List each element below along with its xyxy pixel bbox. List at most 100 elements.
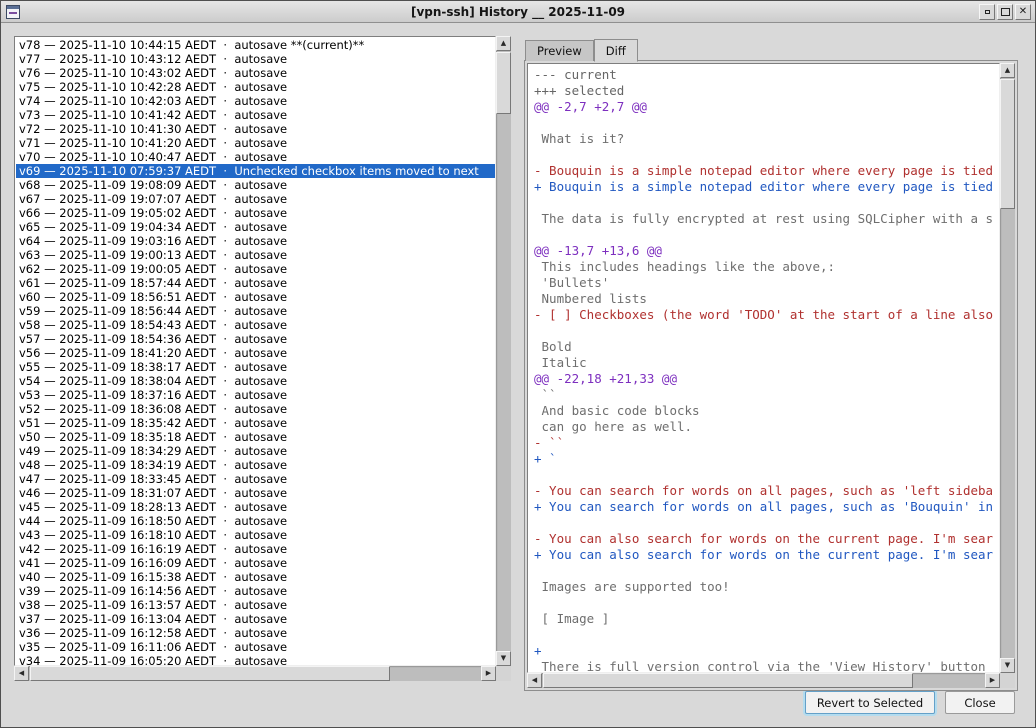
history-row[interactable]: v49 — 2025-11-09 18:34:29 AEDT · autosav… [16,444,495,458]
scroll-right-button[interactable]: ▶ [481,666,496,681]
history-row[interactable]: v60 — 2025-11-09 18:56:51 AEDT · autosav… [16,290,495,304]
history-row[interactable]: v75 — 2025-11-10 10:42:28 AEDT · autosav… [16,80,495,94]
scrollbar-thumb[interactable] [30,666,390,681]
history-row[interactable]: v45 — 2025-11-09 18:28:13 AEDT · autosav… [16,500,495,514]
diff-line: - [ ] Checkboxes (the word 'TODO' at the… [534,307,999,323]
scroll-down-button[interactable]: ▼ [1000,658,1015,673]
history-row[interactable]: v48 — 2025-11-09 18:34:19 AEDT · autosav… [16,458,495,472]
diff-line: - You can also search for words on the c… [534,531,999,547]
history-row[interactable]: v63 — 2025-11-09 19:00:13 AEDT · autosav… [16,248,495,262]
history-row[interactable]: v67 — 2025-11-09 19:07:07 AEDT · autosav… [16,192,495,206]
history-row[interactable]: v37 — 2025-11-09 16:13:04 AEDT · autosav… [16,612,495,626]
history-horizontal-scrollbar[interactable]: ◀ ▶ [14,666,496,681]
history-row[interactable]: v36 — 2025-11-09 16:12:58 AEDT · autosav… [16,626,495,640]
history-row[interactable]: v78 — 2025-11-10 10:44:15 AEDT · autosav… [16,38,495,52]
titlebar[interactable]: [vpn-ssh] History __ 2025-11-09 ✕ [1,1,1035,23]
diff-line [534,467,999,483]
diff-vertical-scrollbar[interactable]: ▲ ▼ [1000,63,1015,673]
diff-grid: --- current+++ selected@@ -2,7 +2,7 @@ W… [527,63,1015,688]
tab-diff[interactable]: Diff [594,39,638,62]
diff-line: [ Image ] [534,611,999,627]
diff-line: @@ -2,7 +2,7 @@ [534,99,999,115]
diff-line: - Bouquin is a simple notepad editor whe… [534,163,999,179]
history-row[interactable]: v51 — 2025-11-09 18:35:42 AEDT · autosav… [16,416,495,430]
scroll-down-button[interactable]: ▼ [496,651,511,666]
scroll-right-button[interactable]: ▶ [985,673,1000,688]
history-row[interactable]: v55 — 2025-11-09 18:38:17 AEDT · autosav… [16,360,495,374]
diff-line: Numbered lists [534,291,999,307]
diff-line: +++ selected [534,83,999,99]
close-window-button[interactable]: ✕ [1015,4,1031,20]
minimize-button[interactable] [979,4,995,20]
history-row[interactable]: v65 — 2025-11-09 19:04:34 AEDT · autosav… [16,220,495,234]
diff-line: @@ -13,7 +13,6 @@ [534,243,999,259]
history-row[interactable]: v73 — 2025-11-10 10:41:42 AEDT · autosav… [16,108,495,122]
revert-to-selected-button[interactable]: Revert to Selected [805,691,935,714]
history-row[interactable]: v43 — 2025-11-09 16:18:10 AEDT · autosav… [16,528,495,542]
history-row[interactable]: v35 — 2025-11-09 16:11:06 AEDT · autosav… [16,640,495,654]
scroll-up-button[interactable]: ▲ [1000,63,1015,78]
history-list[interactable]: v78 — 2025-11-10 10:44:15 AEDT · autosav… [14,36,496,666]
history-row[interactable]: v71 — 2025-11-10 10:41:20 AEDT · autosav… [16,136,495,150]
history-row[interactable]: v46 — 2025-11-09 18:31:07 AEDT · autosav… [16,486,495,500]
scrollbar-corner [1000,673,1015,688]
diff-line: And basic code blocks [534,403,999,419]
history-row[interactable]: v77 — 2025-11-10 10:43:12 AEDT · autosav… [16,52,495,66]
history-row[interactable]: v42 — 2025-11-09 16:16:19 AEDT · autosav… [16,542,495,556]
diff-line: This includes headings like the above,: [534,259,999,275]
history-row[interactable]: v47 — 2025-11-09 18:33:45 AEDT · autosav… [16,472,495,486]
history-window: [vpn-ssh] History __ 2025-11-09 ✕ v78 — … [0,0,1036,728]
minimize-icon [985,10,990,14]
history-row[interactable]: v50 — 2025-11-09 18:35:18 AEDT · autosav… [16,430,495,444]
window-title: [vpn-ssh] History __ 2025-11-09 [1,1,1035,23]
diff-line: Bold [534,339,999,355]
history-row[interactable]: v74 — 2025-11-10 10:42:03 AEDT · autosav… [16,94,495,108]
diff-line: Images are supported too! [534,579,999,595]
history-row[interactable]: v54 — 2025-11-09 18:38:04 AEDT · autosav… [16,374,495,388]
tab-preview[interactable]: Preview [525,40,594,61]
scrollbar-thumb[interactable] [543,673,913,688]
scroll-left-button[interactable]: ◀ [527,673,542,688]
history-row[interactable]: v64 — 2025-11-09 19:03:16 AEDT · autosav… [16,234,495,248]
diff-line: + You can search for words on all pages,… [534,499,999,515]
scroll-up-button[interactable]: ▲ [496,36,511,51]
close-dialog-button[interactable]: Close [945,691,1015,714]
maximize-button[interactable] [997,4,1013,20]
history-vertical-scrollbar[interactable]: ▲ ▼ [496,36,511,666]
history-row[interactable]: v72 — 2025-11-10 10:41:30 AEDT · autosav… [16,122,495,136]
history-row[interactable]: v39 — 2025-11-09 16:14:56 AEDT · autosav… [16,584,495,598]
history-row[interactable]: v53 — 2025-11-09 18:37:16 AEDT · autosav… [16,388,495,402]
history-row[interactable]: v34 — 2025-11-09 16:05:20 AEDT · autosav… [16,654,495,666]
history-row[interactable]: v52 — 2025-11-09 18:36:08 AEDT · autosav… [16,402,495,416]
history-row[interactable]: v66 — 2025-11-09 19:05:02 AEDT · autosav… [16,206,495,220]
diff-text[interactable]: --- current+++ selected@@ -2,7 +2,7 @@ W… [527,63,1000,673]
history-row[interactable]: v56 — 2025-11-09 18:41:20 AEDT · autosav… [16,346,495,360]
scrollbar-thumb[interactable] [496,52,511,114]
diff-line: There is full version control via the 'V… [534,659,999,673]
history-row[interactable]: v59 — 2025-11-09 18:56:44 AEDT · autosav… [16,304,495,318]
history-row[interactable]: v40 — 2025-11-09 16:15:38 AEDT · autosav… [16,570,495,584]
history-row[interactable]: v57 — 2025-11-09 18:54:36 AEDT · autosav… [16,332,495,346]
close-icon: ✕ [1019,7,1027,17]
history-row[interactable]: v68 — 2025-11-09 19:08:09 AEDT · autosav… [16,178,495,192]
diff-line: Italic [534,355,999,371]
diff-line [534,595,999,611]
scrollbar-thumb[interactable] [1000,79,1015,209]
history-row[interactable]: v76 — 2025-11-10 10:43:02 AEDT · autosav… [16,66,495,80]
history-row[interactable]: v62 — 2025-11-09 19:00:05 AEDT · autosav… [16,262,495,276]
history-row[interactable]: v70 — 2025-11-10 10:40:47 AEDT · autosav… [16,150,495,164]
diff-line: + You can also search for words on the c… [534,547,999,563]
history-row[interactable]: v38 — 2025-11-09 16:13:57 AEDT · autosav… [16,598,495,612]
diff-line: @@ -22,18 +21,33 @@ [534,371,999,387]
diff-line [534,515,999,531]
history-row[interactable]: v41 — 2025-11-09 16:16:09 AEDT · autosav… [16,556,495,570]
history-row[interactable]: v44 — 2025-11-09 16:18:50 AEDT · autosav… [16,514,495,528]
diff-line: The data is fully encrypted at rest usin… [534,211,999,227]
diff-line [534,195,999,211]
diff-horizontal-scrollbar[interactable]: ◀ ▶ [527,673,1000,688]
history-row[interactable]: v61 — 2025-11-09 18:57:44 AEDT · autosav… [16,276,495,290]
history-row[interactable]: v69 — 2025-11-10 07:59:37 AEDT · Uncheck… [16,164,495,178]
diff-line: - `` [534,435,999,451]
history-row[interactable]: v58 — 2025-11-09 18:54:43 AEDT · autosav… [16,318,495,332]
scroll-left-button[interactable]: ◀ [14,666,29,681]
